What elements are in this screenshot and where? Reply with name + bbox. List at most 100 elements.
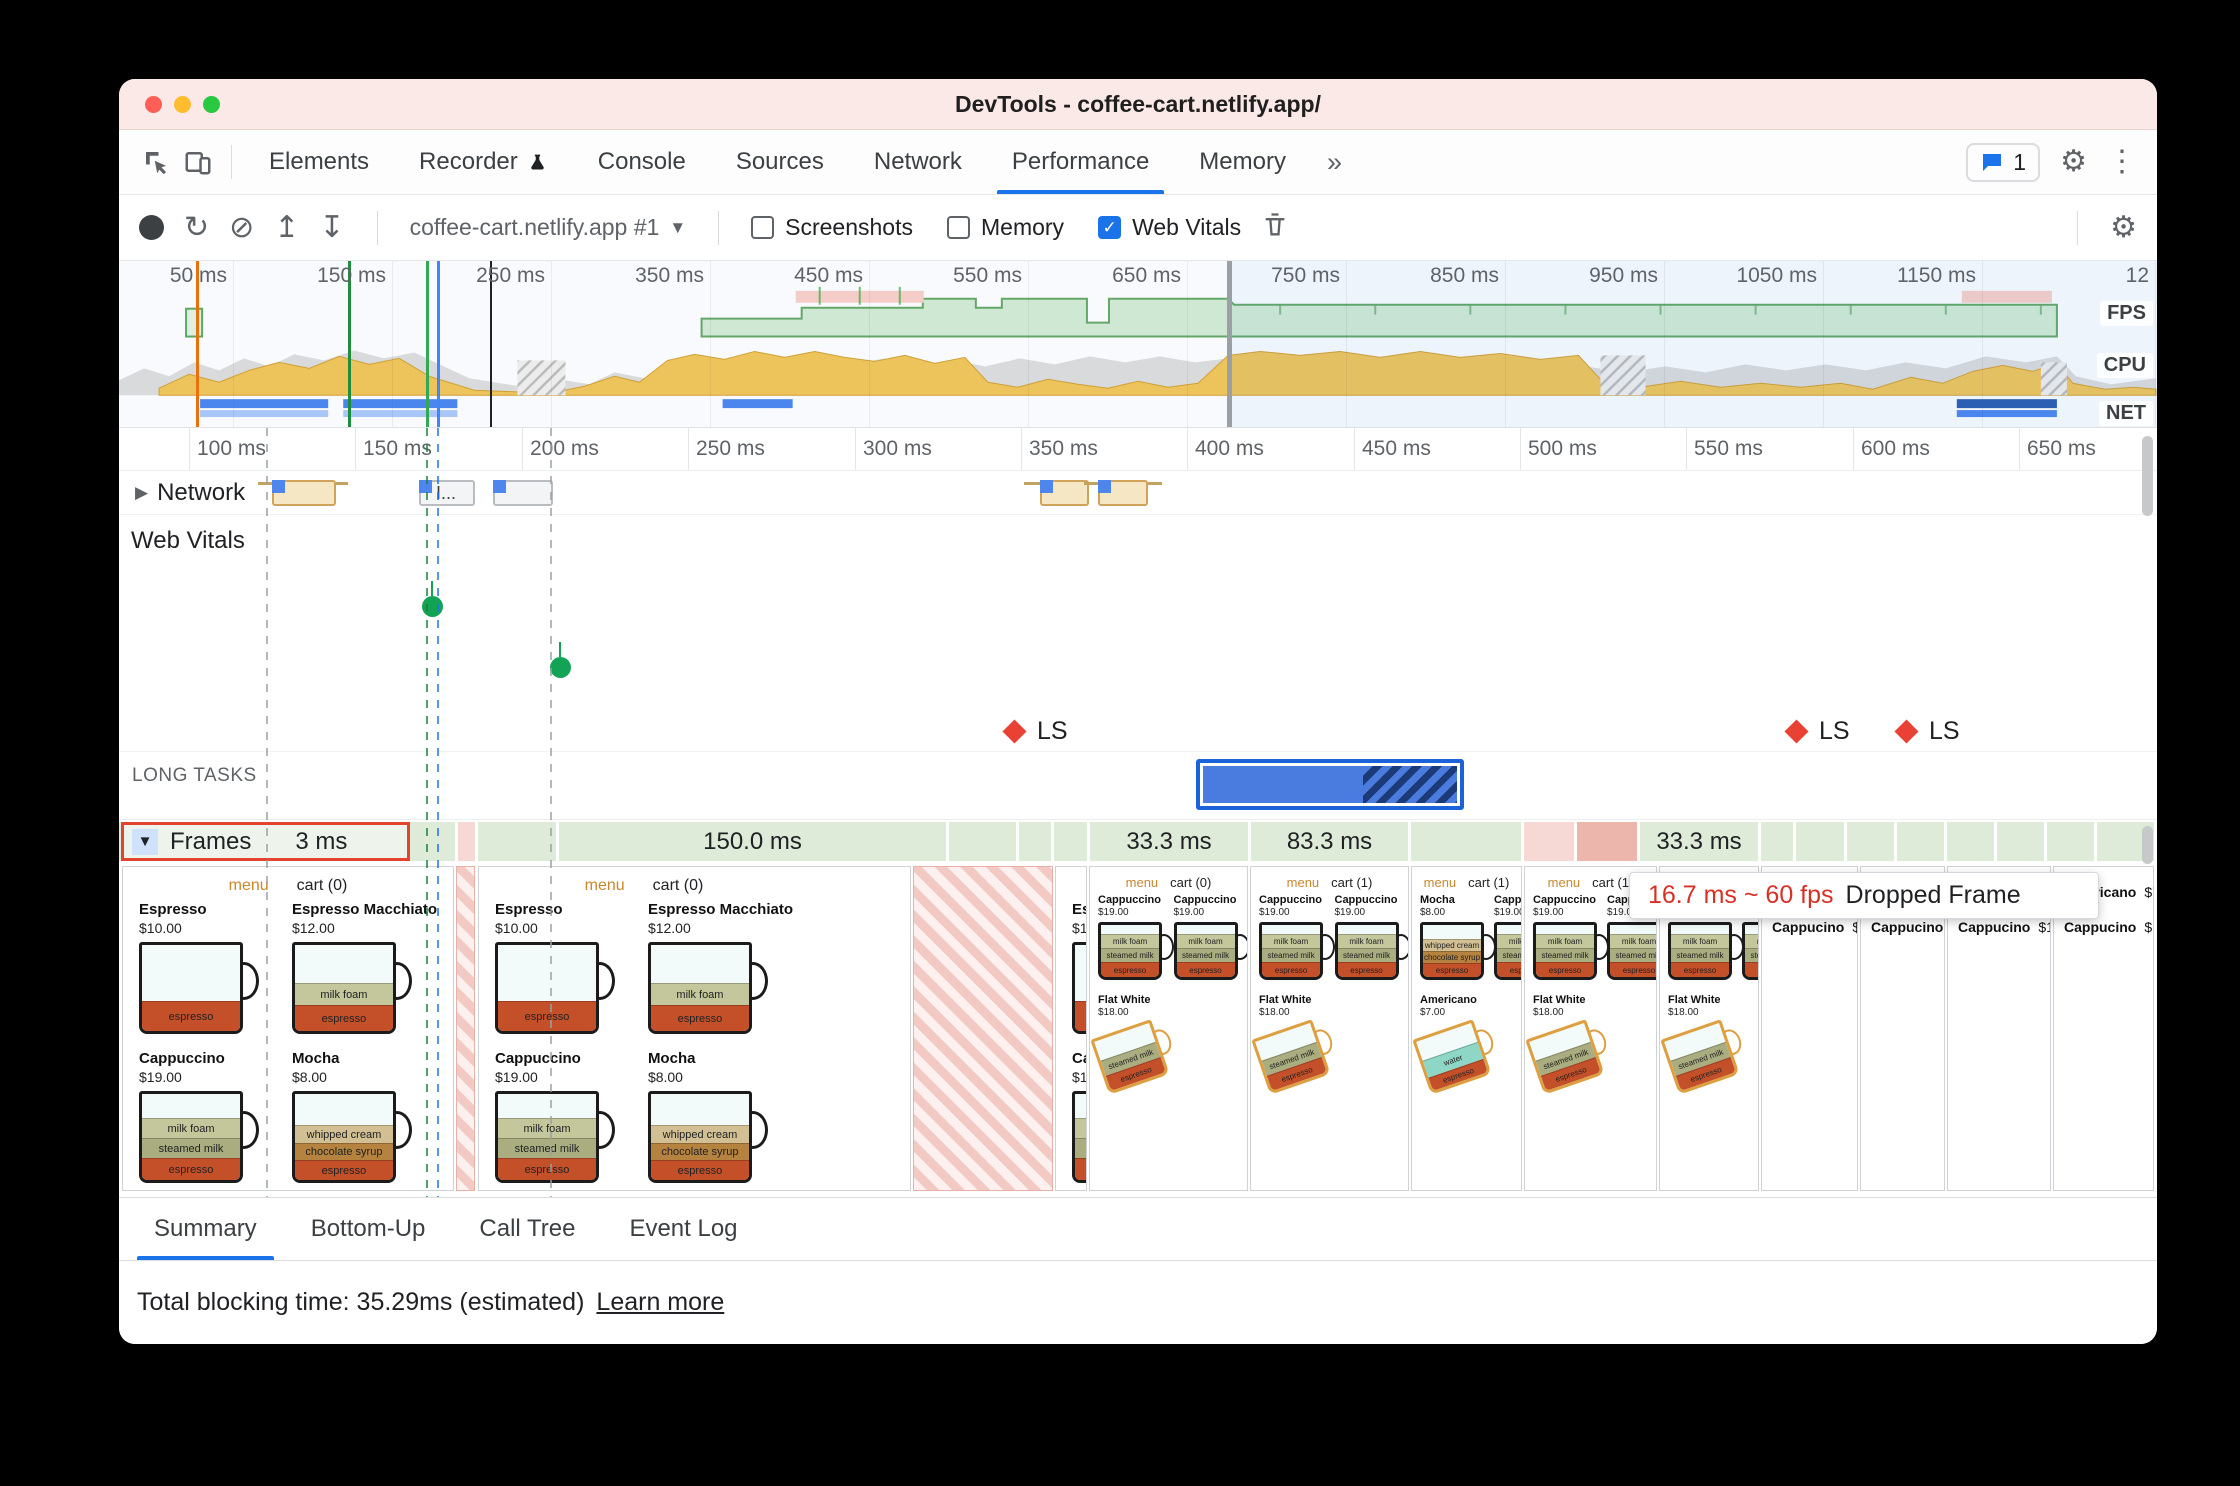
minimize-window-button[interactable] <box>174 95 191 113</box>
ruler-tick <box>1354 428 1355 470</box>
save-profile-icon[interactable]: ↧ <box>319 212 344 243</box>
frame-duration-segment[interactable] <box>1847 822 1894 861</box>
bottom-tab-call-tree[interactable]: Call Tree <box>452 1198 602 1260</box>
close-window-button[interactable] <box>145 95 162 113</box>
frame-duration-segment[interactable] <box>1997 822 2044 861</box>
frame-duration-segment[interactable] <box>1761 822 1793 861</box>
device-toolbar-icon[interactable] <box>181 145 215 179</box>
kebab-menu-icon[interactable]: ⋮ <box>2107 147 2137 177</box>
bottom-tab-bottom-up[interactable]: Bottom-Up <box>284 1198 453 1260</box>
cup-layer-milk-foam: milk foam <box>1262 934 1320 948</box>
filmstrip-dropped-frame[interactable] <box>913 866 1053 1191</box>
frame-duration-segment[interactable] <box>1897 822 1944 861</box>
expand-triangle-icon[interactable]: ▶ <box>135 483 148 503</box>
timeline-overview[interactable]: 50 ms 150 ms 250 ms 350 ms 450 ms 550 ms 650 m… <box>119 261 2157 428</box>
checkbox-memory[interactable]: Memory <box>947 214 1064 241</box>
checkbox-box[interactable]: ✓ <box>1098 216 1122 239</box>
filmstrip-frame[interactable]: menucart (1)Cappuccino$19.00milk foamste… <box>1250 866 1409 1191</box>
frame-duration-segment[interactable] <box>1796 822 1844 861</box>
reload-and-record-icon[interactable]: ↻ <box>184 212 209 243</box>
cup-layer-label: steamed milk <box>1750 951 1758 960</box>
filmstrip-frame[interactable]: menu cart (0) Cappuccino $19.00 milk foam ste… <box>1089 866 1248 1191</box>
frame-duration-segment[interactable] <box>1947 822 1994 861</box>
scrollbar-thumb[interactable] <box>2142 436 2153 516</box>
web-vitals-track[interactable]: Web Vitals LS LS LS <box>119 515 2157 752</box>
checkbox-web-vitals[interactable]: ✓ Web Vitals <box>1098 214 1241 241</box>
tab-memory[interactable]: Memory <box>1174 130 1311 194</box>
network-request[interactable] <box>493 480 553 506</box>
profile-select[interactable]: coffee-cart.netlify.app #1 ▼ <box>410 214 687 241</box>
filmstrip-track[interactable]: menu cart (0) Espresso $10.00 espresso Espres… <box>119 862 2157 1197</box>
cup-body: milk foam steamed milk espresso <box>1668 922 1732 980</box>
checkbox-screenshots[interactable]: Screenshots <box>751 214 913 241</box>
cup-layer-steamed-milk: steamed milk <box>1176 948 1235 962</box>
frame-duration-segment[interactable] <box>949 822 1016 861</box>
traffic-lights <box>145 79 220 129</box>
cup-layer-label: milk foam <box>1349 937 1384 946</box>
frame-duration-segment[interactable] <box>1054 822 1087 861</box>
network-track[interactable]: ▶ Network I... <box>119 471 2157 515</box>
network-request[interactable] <box>1040 480 1089 506</box>
vitals-good-marker[interactable] <box>550 657 571 678</box>
layout-shift-marker[interactable]: LS <box>1002 717 1068 746</box>
frame-duration-segment[interactable] <box>1577 822 1637 861</box>
network-request[interactable] <box>272 480 336 506</box>
network-track-header[interactable]: ▶ Network <box>131 478 250 507</box>
checkbox-box[interactable] <box>751 216 775 239</box>
frame-duration-segment[interactable] <box>1524 822 1574 861</box>
cup-layer-milk-foam: milk foam <box>1176 934 1235 948</box>
network-request[interactable] <box>1098 480 1148 506</box>
frame-duration-segment[interactable] <box>1411 822 1521 861</box>
tab-sources[interactable]: Sources <box>711 130 849 194</box>
frames-track-label-box[interactable]: ▼ Frames 3 ms <box>121 822 410 861</box>
long-tasks-track[interactable]: LONG TASKS <box>119 752 2157 819</box>
record-button[interactable] <box>139 215 164 240</box>
frame-duration-segment[interactable] <box>2047 822 2094 861</box>
settings-gear-icon[interactable]: ⚙ <box>2060 147 2087 177</box>
tab-elements[interactable]: Elements <box>244 130 394 194</box>
tab-network[interactable]: Network <box>849 130 987 194</box>
tab-performance[interactable]: Performance <box>987 130 1174 194</box>
coffee-cup: espresso <box>1072 942 1086 1034</box>
bottom-tab-event-log[interactable]: Event Log <box>602 1198 764 1260</box>
frame-duration-segment[interactable]: 33.3 ms <box>1640 822 1758 861</box>
product-name: Cappuccino <box>1259 894 1322 906</box>
frame-duration-segment[interactable]: 83.3 ms <box>1251 822 1408 861</box>
filmstrip-frame[interactable]: menu cart (1) Mocha $8.00 whipped cream choco… <box>1411 866 1522 1191</box>
network-request[interactable]: I... <box>419 480 475 506</box>
vitals-good-marker[interactable] <box>422 596 443 617</box>
bottom-tab-summary[interactable]: Summary <box>127 1198 284 1260</box>
frame-duration-segment[interactable]: 150.0 ms <box>559 822 946 861</box>
tab-console[interactable]: Console <box>573 130 711 194</box>
filmstrip-frame[interactable]: menucart (0)Espresso$10.00espressoEspres… <box>122 866 454 1191</box>
long-task-bar[interactable] <box>1196 759 1464 810</box>
filmstrip-frame[interactable]: menucart (0)Espresso$10.00espressoEspres… <box>1055 866 1087 1191</box>
more-tabs-icon[interactable]: » <box>1311 147 1358 178</box>
layout-shift-marker[interactable]: LS <box>1784 717 1850 746</box>
filmstrip-dropped-frame[interactable] <box>456 866 475 1191</box>
issues-count: 1 <box>2013 148 2027 175</box>
inspect-icon[interactable] <box>139 145 173 179</box>
zoom-window-button[interactable] <box>203 95 220 113</box>
clear-recording-icon[interactable]: ⊘ <box>229 212 254 243</box>
load-profile-icon[interactable]: ↥ <box>274 212 299 243</box>
product-name: Mocha <box>291 1050 340 1067</box>
frames-track-header[interactable]: 33.3 ms 83.3 ms 33.3 ms 150.0 ms ▼ Frames 3… <box>119 819 2157 862</box>
layout-shift-marker[interactable]: LS <box>1894 717 1960 746</box>
scrollbar-thumb[interactable] <box>2142 826 2153 864</box>
request-queue-marker <box>1098 480 1111 493</box>
issues-counter[interactable]: 1 <box>1966 142 2041 182</box>
cup-layer-label: espresso <box>524 1163 570 1176</box>
learn-more-link[interactable]: Learn more <box>596 1288 724 1317</box>
capture-settings-gear-icon[interactable]: ⚙ <box>2110 212 2137 243</box>
frame-duration-segment[interactable] <box>478 822 556 861</box>
filmstrip-frame[interactable]: menucart (0)Espresso$10.00espressoEspres… <box>478 866 911 1191</box>
checkbox-box[interactable] <box>947 216 970 239</box>
delete-profile-icon[interactable] <box>1261 211 1289 244</box>
collapse-triangle-icon[interactable]: ▼ <box>132 828 158 855</box>
frame-duration-segment[interactable] <box>1019 822 1051 861</box>
frame-duration-segment[interactable] <box>458 822 475 861</box>
frame-duration-segment[interactable]: 33.3 ms <box>1090 822 1248 861</box>
product-name: Cappuccino <box>139 1050 225 1067</box>
tab-recorder[interactable]: Recorder <box>394 130 573 194</box>
